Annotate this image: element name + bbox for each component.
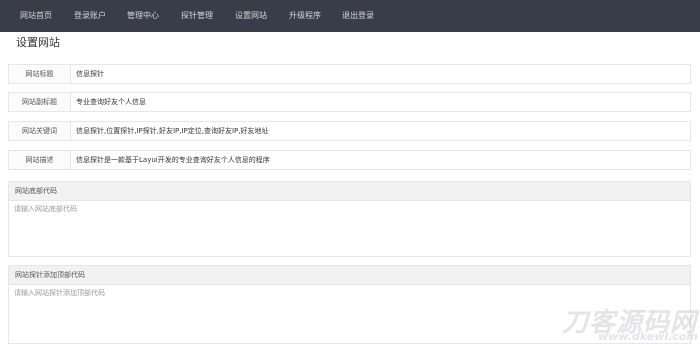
site-title-row: 网站标题 信息探针 [8,64,691,84]
nav-item-logout[interactable]: 退出登录 [342,0,374,32]
page-title: 设置网站 [16,36,60,49]
nav-item-home[interactable]: 网站首页 [20,0,52,32]
footer-code-textarea[interactable]: 请输入网站底部代码 [9,201,690,256]
site-keywords-row: 网站关键词 信息探针,位置探针,IP探针,好友IP,IP定位,查询好友IP,好友… [8,121,691,141]
site-subtitle-input[interactable]: 专业查询好友个人信息 [76,93,146,111]
nav-item-login[interactable]: 登录账户 [74,0,106,32]
site-keywords-input[interactable]: 信息探针,位置探针,IP探针,好友IP,IP定位,查询好友IP,好友地址 [76,122,269,140]
site-title-input[interactable]: 信息探针 [76,65,104,83]
probe-code-label: 网站探针添加顶部代码 [9,266,690,285]
nav-item-site-settings[interactable]: 设置网站 [235,0,267,32]
nav-item-admin[interactable]: 管理中心 [127,0,159,32]
nav-item-upgrade[interactable]: 升级程序 [289,0,321,32]
site-subtitle-row: 网站副标题 专业查询好友个人信息 [8,92,691,112]
footer-code-label: 网站底部代码 [9,182,690,201]
footer-code-panel: 网站底部代码 请输入网站底部代码 [8,181,691,257]
site-description-input[interactable]: 信息探针是一款基于Layui开发的专业查询好友个人信息的程序 [76,151,270,169]
site-description-label: 网站描述 [9,151,71,169]
site-title-label: 网站标题 [9,65,71,83]
site-subtitle-label: 网站副标题 [9,93,71,111]
watermark-url: www.dkewl.com [598,330,698,343]
site-keywords-label: 网站关键词 [9,122,71,140]
top-navigation-bar: 网站首页 登录账户 管理中心 探针管理 设置网站 升级程序 退出登录 [0,0,700,32]
nav-item-probe-manage[interactable]: 探针管理 [181,0,213,32]
site-description-row: 网站描述 信息探针是一款基于Layui开发的专业查询好友个人信息的程序 [8,150,691,170]
